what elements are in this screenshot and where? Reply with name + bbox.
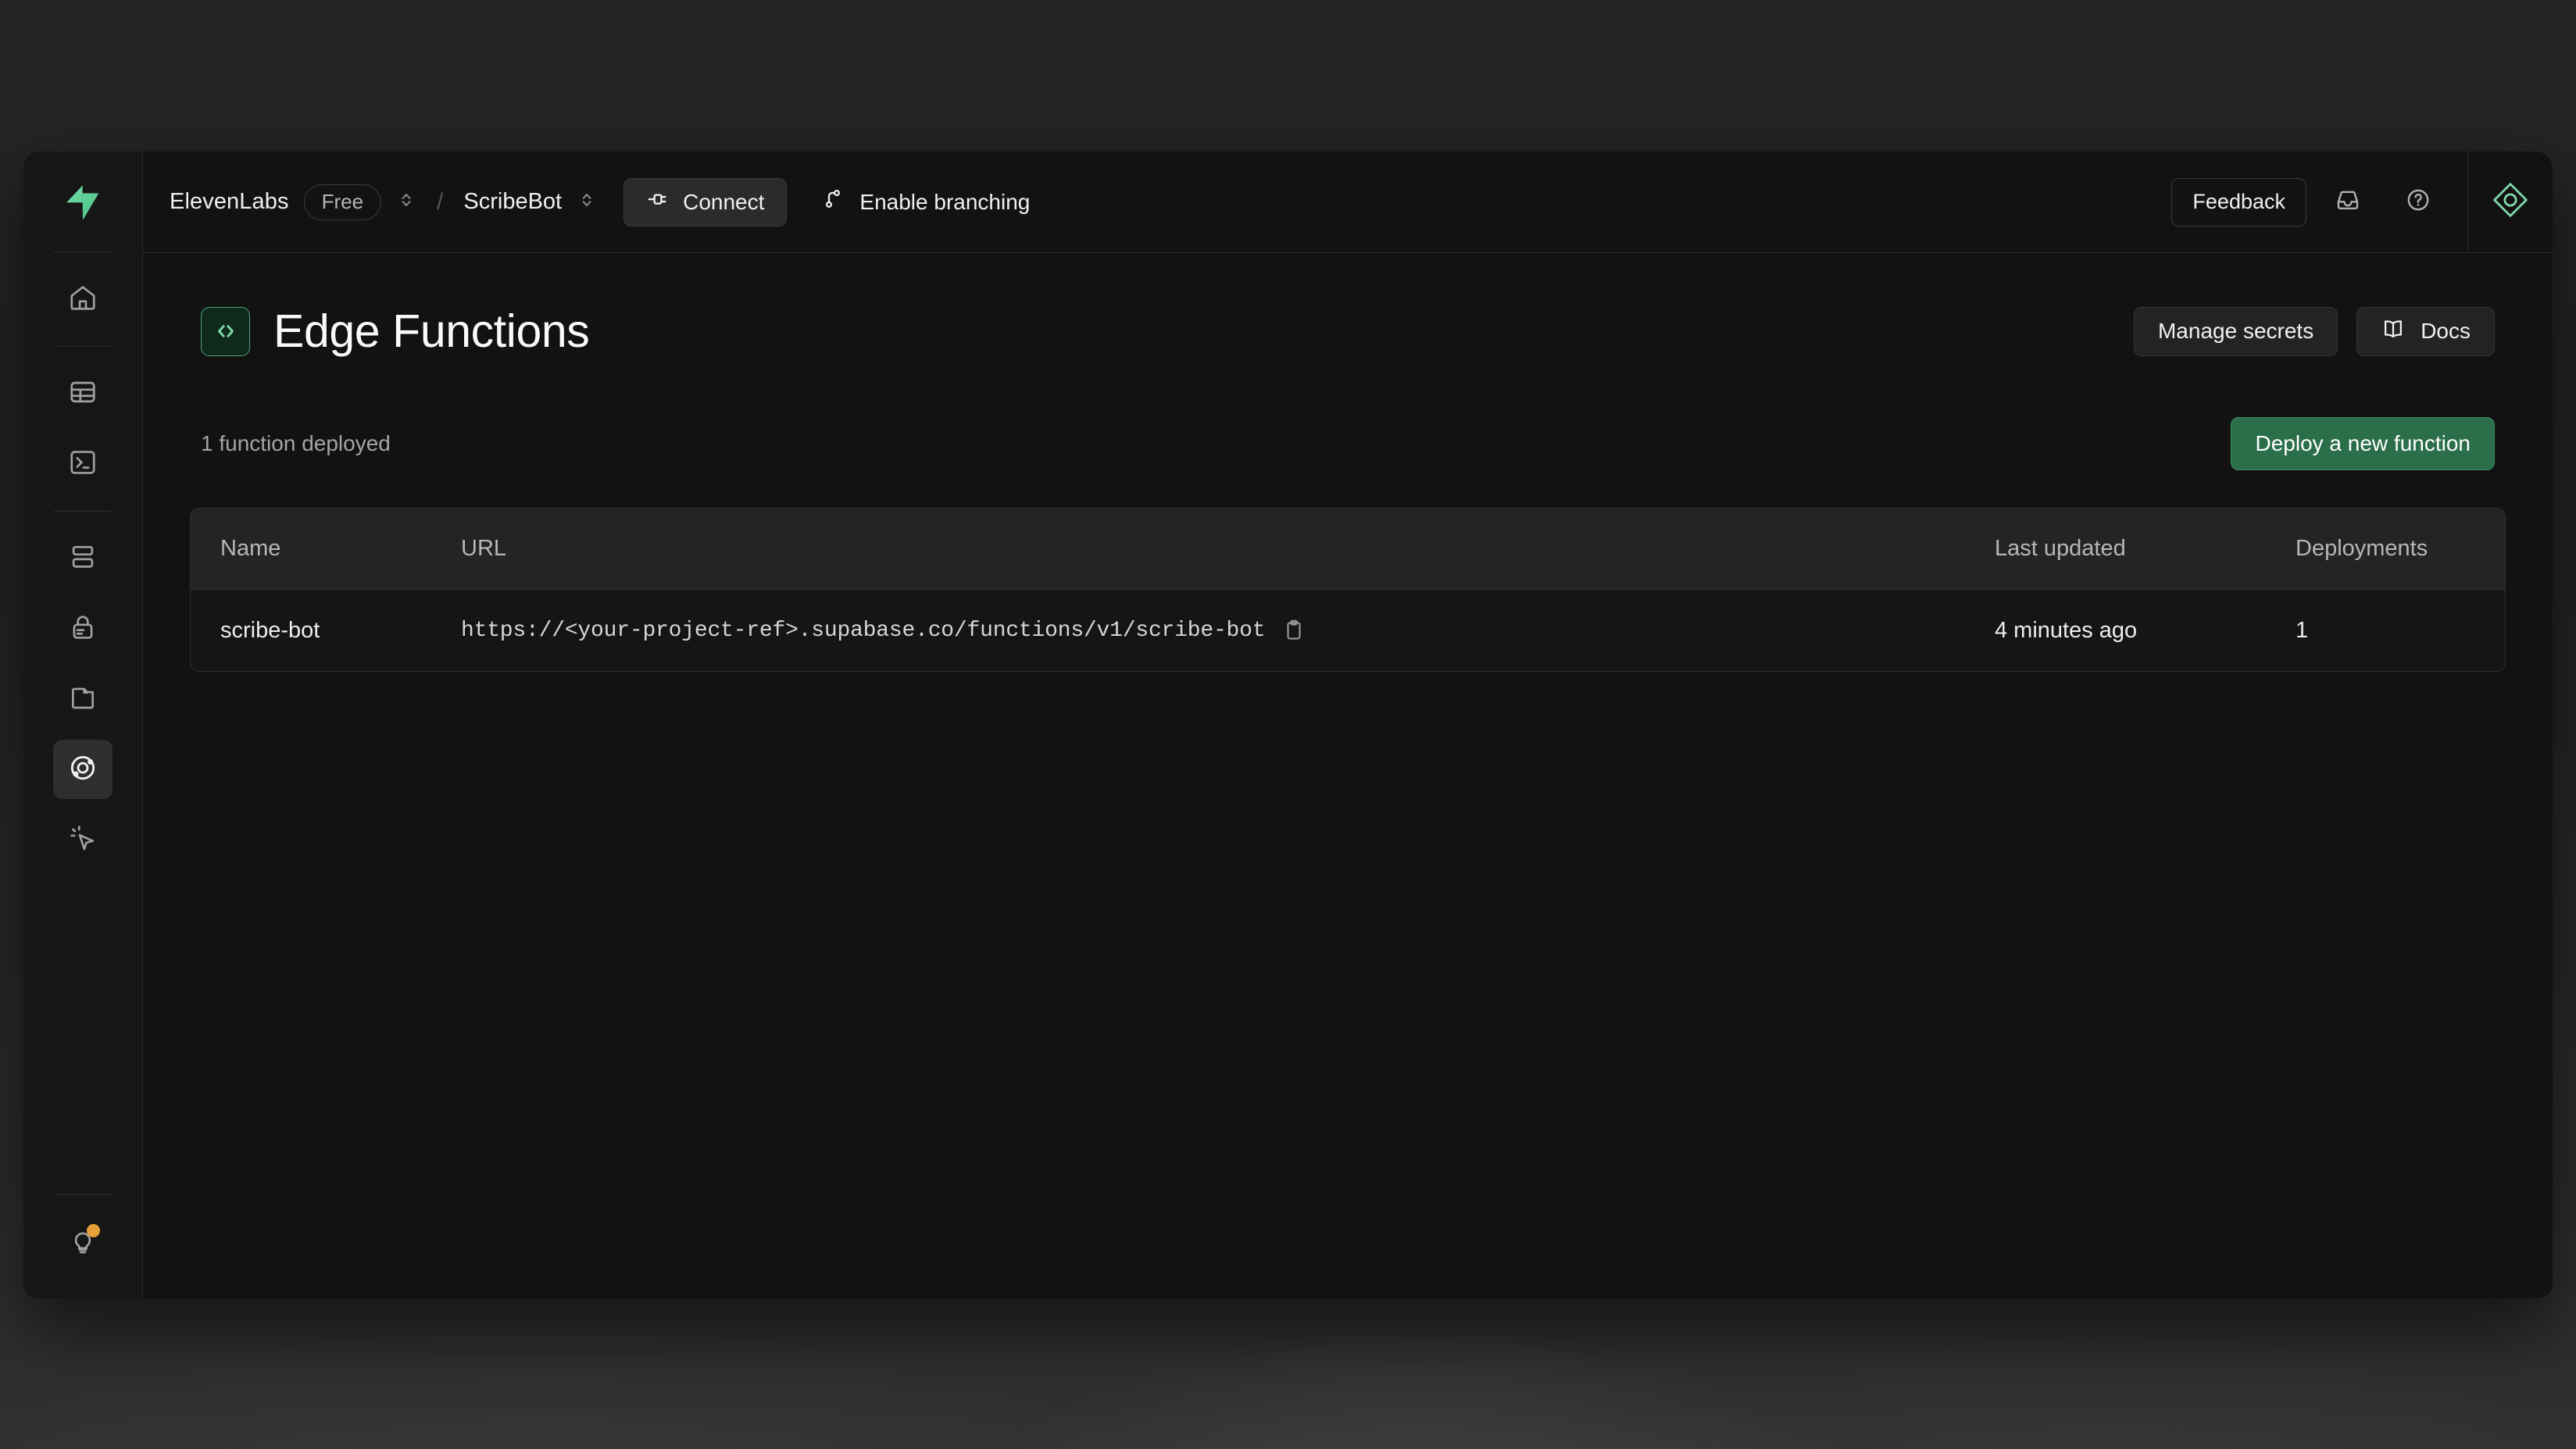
help-button[interactable]: [2389, 173, 2447, 231]
sidebar-item-realtime[interactable]: [53, 810, 113, 869]
chevron-up-down-icon: [396, 190, 416, 214]
column-header-deployments: Deployments: [2296, 536, 2475, 562]
docs-label: Docs: [2421, 319, 2471, 344]
sidebar-divider-2: [54, 511, 112, 512]
column-header-last-updated: Last updated: [1995, 536, 2296, 562]
functions-table: Name URL Last updated Deployments scribe…: [190, 508, 2506, 672]
question-mark-circle-icon: [2405, 187, 2431, 217]
edge-functions-icon: [67, 752, 98, 787]
cell-last-updated: 4 minutes ago: [1995, 618, 2296, 644]
plan-badge[interactable]: Free: [304, 184, 381, 220]
page-header-actions: Manage secrets Docs: [2134, 307, 2495, 356]
enable-branching-button[interactable]: Enable branching: [821, 187, 1030, 216]
sidebar: [23, 152, 143, 1298]
sidebar-item-table-editor[interactable]: [53, 364, 113, 423]
cell-deployments: 1: [2296, 618, 2475, 644]
function-url-text: https://<your-project-ref>.supabase.co/f…: [461, 619, 1265, 643]
diamond-assistant-icon: [2490, 180, 2531, 224]
org-switcher-button[interactable]: [396, 190, 416, 214]
notification-badge: [87, 1224, 100, 1237]
connect-button-label: Connect: [683, 190, 764, 215]
connect-button[interactable]: Connect: [623, 178, 787, 227]
supabase-logo[interactable]: [52, 172, 114, 234]
page-header: Edge Functions Manage secrets: [190, 305, 2506, 358]
sidebar-item-authentication[interactable]: [53, 599, 113, 658]
sidebar-item-edge-functions[interactable]: [53, 740, 113, 799]
cursor-click-icon: [68, 823, 98, 857]
cell-function-url: https://<your-project-ref>.supabase.co/f…: [461, 619, 1995, 643]
docs-button[interactable]: Docs: [2356, 307, 2495, 356]
browser-window: ElevenLabs Free / ScribeBot: [23, 152, 2553, 1298]
organization-name[interactable]: ElevenLabs: [170, 189, 289, 215]
table-header-row: Name URL Last updated Deployments: [191, 509, 2505, 590]
sidebar-item-whats-new[interactable]: [53, 1212, 113, 1272]
house-icon: [68, 283, 98, 316]
enable-branching-label: Enable branching: [859, 190, 1030, 215]
folder-icon: [68, 683, 98, 716]
inbox-icon: [2335, 187, 2361, 217]
sidebar-item-home[interactable]: [53, 269, 113, 329]
ai-assistant-button[interactable]: [2468, 152, 2553, 252]
screen: ElevenLabs Free / ScribeBot: [0, 0, 2576, 1449]
column-header-name: Name: [220, 536, 461, 562]
terminal-icon: [68, 448, 98, 481]
sidebar-divider-bottom: [54, 1194, 112, 1195]
project-switcher-button[interactable]: [577, 190, 597, 214]
code-brackets-icon: [201, 307, 250, 356]
database-icon: [68, 542, 98, 576]
sidebar-item-database[interactable]: [53, 529, 113, 588]
deploy-new-function-button[interactable]: Deploy a new function: [2231, 417, 2495, 470]
sidebar-divider-1: [54, 346, 112, 347]
inbox-button[interactable]: [2319, 173, 2377, 231]
plug-icon: [646, 187, 670, 216]
table-row[interactable]: scribe-bot https://<your-project-ref>.su…: [191, 590, 2505, 671]
breadcrumb-separator: /: [437, 189, 443, 216]
functions-toolbar: 1 function deployed Deploy a new functio…: [190, 417, 2506, 470]
clipboard-icon[interactable]: [1282, 619, 1306, 642]
lock-icon: [68, 612, 98, 646]
project-name[interactable]: ScribeBot: [463, 189, 562, 215]
topbar: ElevenLabs Free / ScribeBot: [143, 152, 2553, 253]
chevron-up-down-icon: [577, 190, 597, 214]
column-header-url: URL: [461, 536, 1995, 562]
topbar-right-group: Feedback: [2171, 152, 2553, 252]
manage-secrets-button[interactable]: Manage secrets: [2134, 307, 2338, 356]
cell-function-name: scribe-bot: [220, 618, 461, 644]
feedback-button[interactable]: Feedback: [2171, 178, 2306, 227]
page-title: Edge Functions: [273, 305, 589, 358]
sidebar-item-storage[interactable]: [53, 669, 113, 729]
sidebar-item-sql-editor[interactable]: [53, 434, 113, 494]
book-open-icon: [2381, 316, 2406, 347]
git-branch-icon: [821, 187, 845, 216]
table-icon: [68, 377, 98, 411]
deployed-count-label: 1 function deployed: [201, 431, 391, 456]
manage-secrets-label: Manage secrets: [2158, 319, 2313, 344]
main-content: Edge Functions Manage secrets: [143, 253, 2553, 1298]
